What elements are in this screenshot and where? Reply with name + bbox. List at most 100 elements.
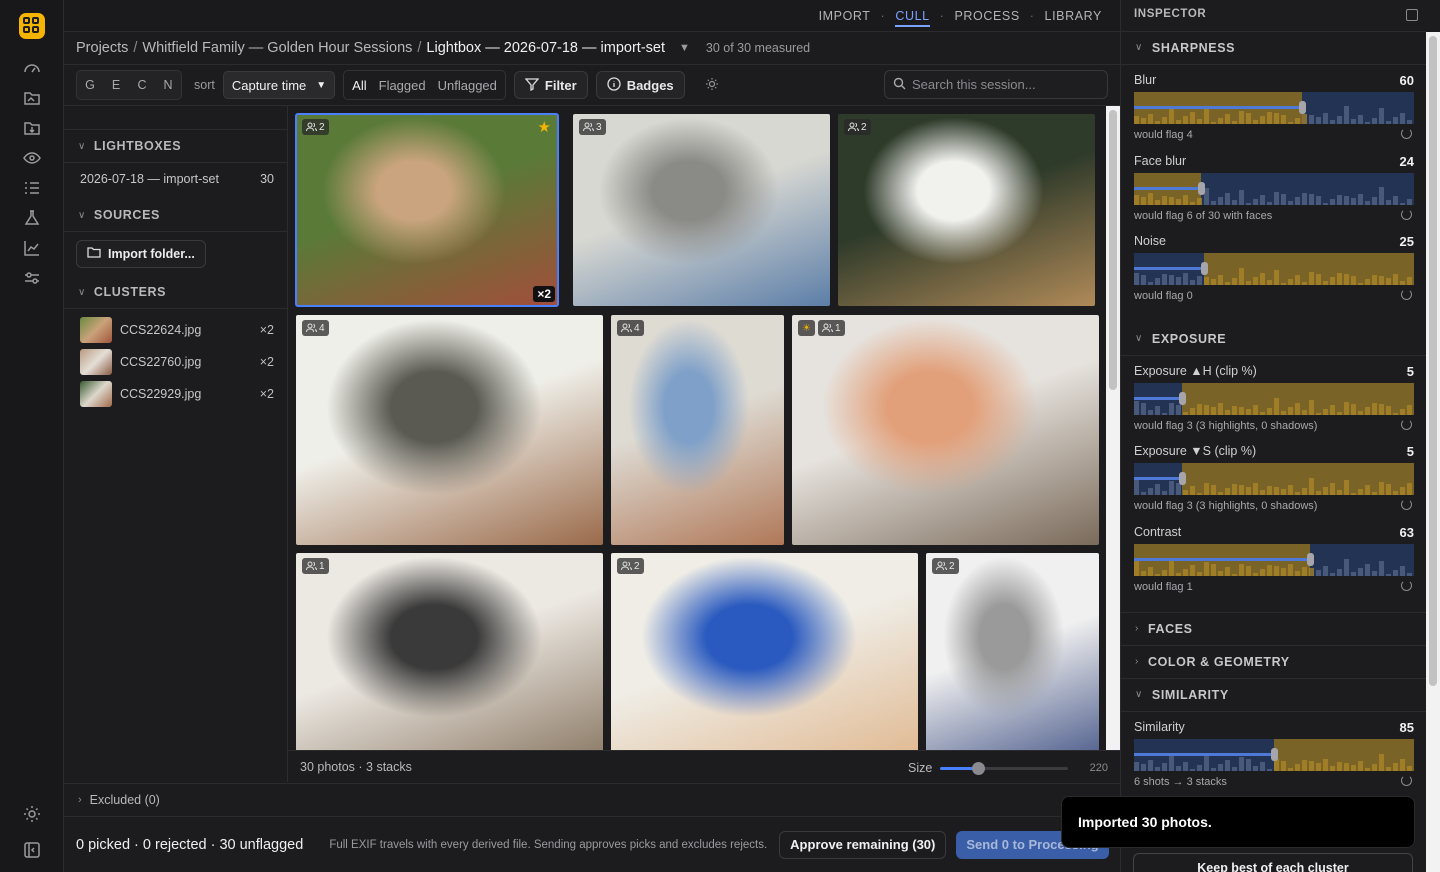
color-geometry-header[interactable]: › COLOR & GEOMETRY [1121, 645, 1426, 678]
photo-tile[interactable]: 4 [611, 315, 784, 545]
grade-g-button[interactable]: G [77, 78, 103, 92]
threshold-slider[interactable] [1134, 383, 1414, 415]
search-input[interactable]: Search this session... [884, 70, 1108, 99]
dashboard-icon[interactable] [22, 58, 42, 78]
clusters-header[interactable]: ∨ CLUSTERS [64, 275, 288, 309]
top-bar: IMPORT · CULL · PROCESS · LIBRARY [64, 0, 1120, 32]
reset-icon[interactable] [1401, 289, 1412, 300]
cluster-item[interactable]: CCS22760.jpg ×2 [80, 348, 274, 376]
chevron-down-icon[interactable]: ▼ [679, 42, 690, 54]
photo-tile[interactable]: 2 ★ ×2 [295, 113, 559, 307]
exposure-header[interactable]: ∨ EXPOSURE [1121, 322, 1426, 355]
grid-scrollbar[interactable] [1106, 106, 1120, 750]
grid-scrollbar-thumb[interactable] [1109, 110, 1117, 390]
app-logo-icon[interactable] [19, 13, 45, 39]
breadcrumb-projects[interactable]: Projects [76, 40, 128, 56]
threshold-handle[interactable] [1178, 392, 1186, 405]
threshold-slider[interactable] [1134, 463, 1414, 495]
threshold-slider[interactable] [1134, 739, 1414, 771]
photo-tile[interactable]: 2 [926, 553, 1099, 750]
excluded-label: Excluded (0) [89, 793, 160, 807]
threshold-slider[interactable] [1134, 544, 1414, 576]
grade-e-button[interactable]: E [103, 78, 129, 92]
sharpness-title: SHARPNESS [1151, 40, 1236, 55]
approve-remaining-button[interactable]: Approve remaining (30) [779, 830, 947, 859]
reset-icon[interactable] [1401, 580, 1412, 591]
photo-badges: 3 [579, 119, 606, 135]
threshold-handle[interactable] [1271, 748, 1278, 761]
import-folder-button[interactable]: Import folder... [76, 240, 206, 268]
similarity-header[interactable]: ∨ SIMILARITY [1121, 678, 1426, 711]
collapse-sidebar-icon[interactable] [22, 840, 42, 860]
breadcrumb-project[interactable]: Whitfield Family — Golden Hour Sessions [142, 40, 412, 56]
grade-n-button[interactable]: N [155, 78, 181, 92]
flask-icon[interactable] [22, 208, 42, 228]
sharpness-header[interactable]: ∨ SHARPNESS [1121, 31, 1426, 64]
reset-icon[interactable] [1401, 419, 1412, 430]
photo-tile[interactable]: 3 [573, 114, 830, 306]
face-count-badge: 1 [817, 320, 845, 336]
sources-header[interactable]: ∨ SOURCES [64, 198, 288, 232]
threshold-slider[interactable] [1134, 173, 1414, 205]
threshold-handle[interactable] [1198, 182, 1206, 195]
filter-all[interactable]: All [347, 78, 371, 93]
filter-unflagged[interactable]: Unflagged [433, 78, 502, 93]
threshold-slider[interactable] [1134, 92, 1414, 124]
photo-badges: 4 [617, 320, 644, 336]
inspector-panel: INSPECTOR ∨ SHARPNESS ∨ EXPOSURE › FACES › C… [1120, 0, 1426, 872]
faces-header[interactable]: › FACES [1121, 612, 1426, 645]
inspector-title: INSPECTOR [1134, 8, 1207, 20]
nav-process[interactable]: PROCESS [954, 9, 1019, 23]
funnel-icon [524, 77, 540, 94]
photo-tile[interactable]: 4 [296, 315, 603, 545]
lightbox-item[interactable]: 2026-07-18 — import-set 30 [80, 172, 274, 186]
brightness-icon[interactable] [705, 77, 719, 94]
threshold-slider[interactable] [1134, 253, 1414, 285]
panel-toggle-icon[interactable] [1406, 9, 1418, 21]
grade-c-button[interactable]: C [129, 78, 155, 92]
photo-tile[interactable]: 2 [838, 114, 1095, 306]
eye-icon[interactable] [22, 148, 42, 168]
cluster-item[interactable]: CCS22624.jpg ×2 [80, 316, 274, 344]
nav-cull[interactable]: CULL [895, 5, 930, 27]
filter-flagged[interactable]: Flagged [374, 78, 431, 93]
chart-icon[interactable] [22, 238, 42, 258]
badges-button[interactable]: Badges [595, 71, 685, 99]
import-folder-icon[interactable] [22, 118, 42, 138]
list-check-icon[interactable] [22, 178, 42, 198]
chevron-down-icon: ∨ [78, 286, 86, 298]
sort-select[interactable]: Capture time ▼ [222, 71, 336, 99]
threshold-handle[interactable] [1178, 472, 1186, 485]
inspector-scrollbar[interactable] [1426, 32, 1440, 872]
inspector-scrollbar-thumb[interactable] [1429, 36, 1437, 686]
excluded-row[interactable]: › Excluded (0) [64, 783, 1120, 816]
face-count-badge: 2 [617, 558, 644, 574]
import-folder-label: Import folder... [108, 247, 195, 261]
photo-tile[interactable]: ☀ 1 [792, 315, 1099, 545]
sliders-icon[interactable] [22, 268, 42, 288]
threshold-track [1134, 558, 1311, 561]
filter-button[interactable]: Filter [513, 71, 588, 99]
threshold-handle[interactable] [1201, 262, 1208, 275]
reset-icon[interactable] [1401, 775, 1412, 786]
photo-tile[interactable]: 2 [611, 553, 918, 750]
metric-exposure-h-clip: Exposure ▲H (clip %) 5 would flag 3 (3 hi… [1134, 364, 1414, 436]
keep-best-button[interactable]: Keep best of each cluster [1133, 853, 1413, 872]
photo-tile[interactable]: 1 [296, 553, 603, 750]
face-count-badge: 3 [579, 119, 606, 135]
reset-icon[interactable] [1401, 128, 1412, 139]
theme-sun-icon[interactable] [22, 804, 42, 824]
star-icon[interactable]: ★ [538, 118, 551, 136]
threshold-handle[interactable] [1307, 553, 1315, 566]
size-slider-handle[interactable] [972, 762, 986, 775]
reset-icon[interactable] [1401, 209, 1412, 220]
cluster-item[interactable]: CCS22929.jpg ×2 [80, 380, 274, 408]
size-slider[interactable] [940, 762, 1068, 775]
nav-library[interactable]: LIBRARY [1045, 9, 1102, 23]
folder-images-icon[interactable] [22, 88, 42, 108]
similarity-title: SIMILARITY [1151, 687, 1229, 702]
nav-import[interactable]: IMPORT [819, 9, 871, 23]
reset-icon[interactable] [1401, 499, 1412, 510]
lightboxes-header[interactable]: ∨ LIGHTBOXES [64, 129, 288, 163]
threshold-handle[interactable] [1299, 101, 1306, 114]
